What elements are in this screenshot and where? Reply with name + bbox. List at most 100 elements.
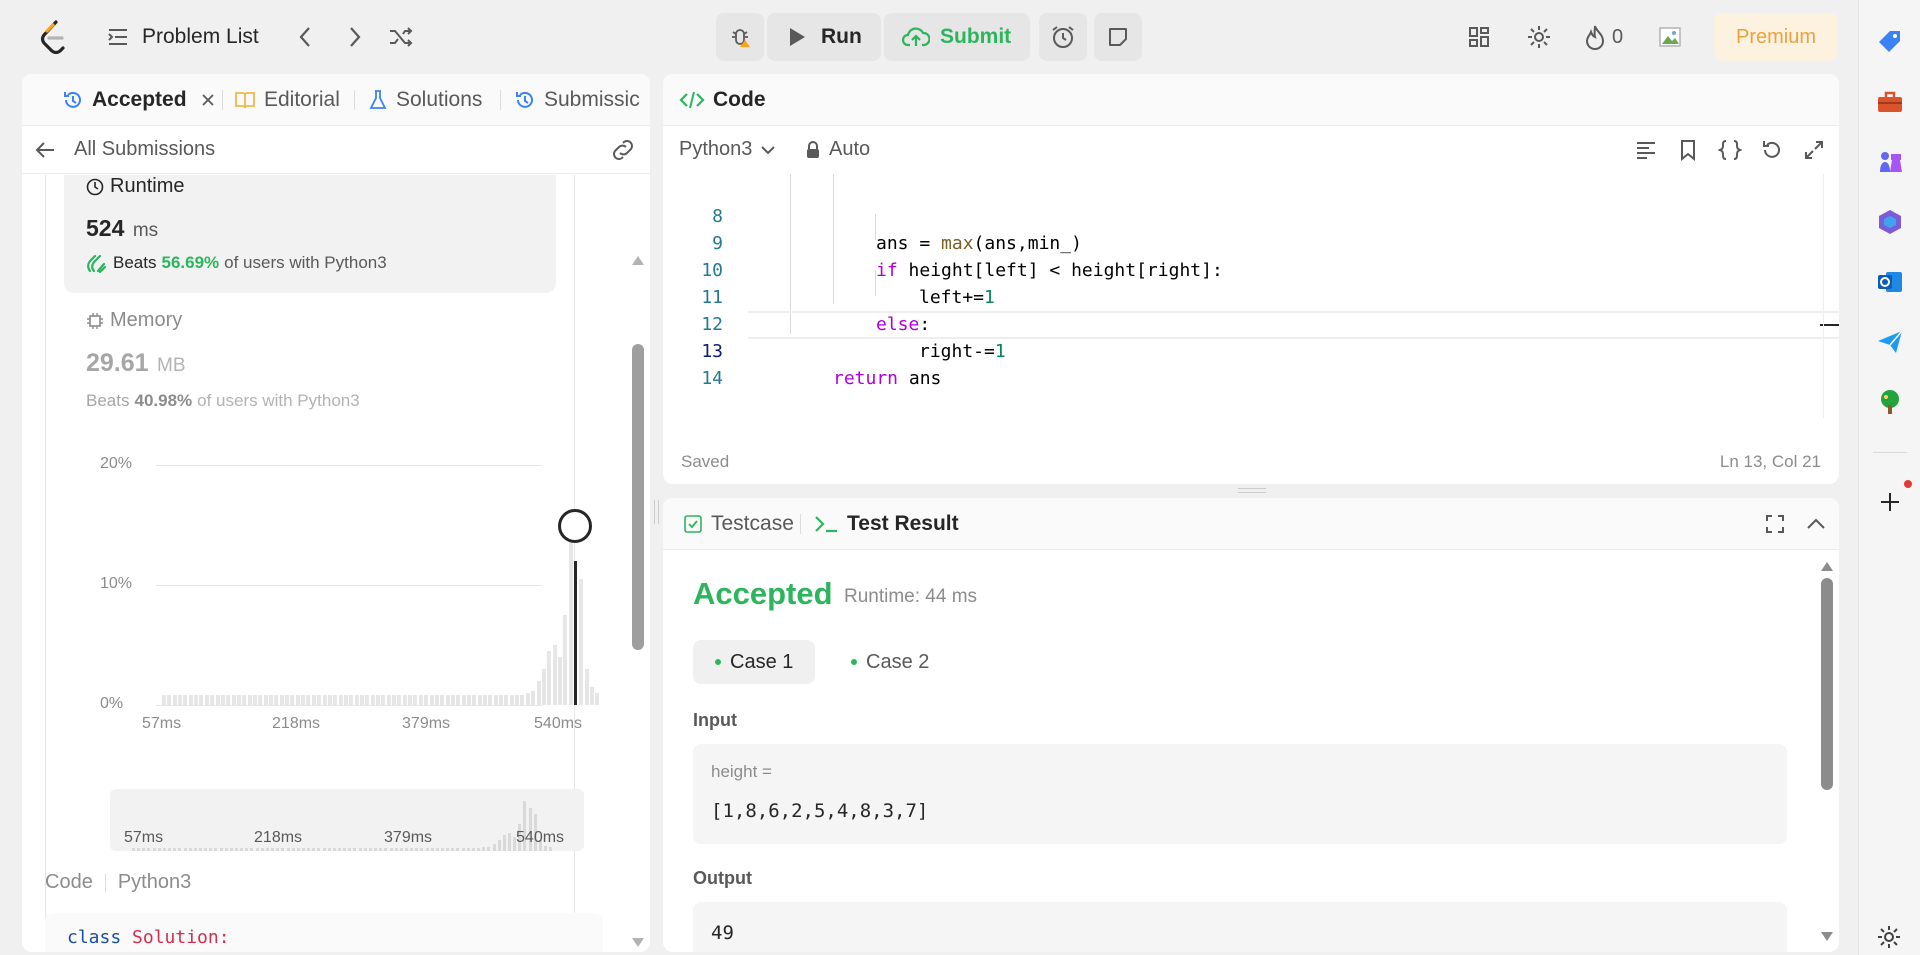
chart-bar[interactable] [568, 537, 573, 705]
chart-bar[interactable] [584, 669, 589, 705]
chart-bar[interactable] [573, 561, 577, 705]
chart-bar[interactable] [434, 695, 439, 705]
chart-bar[interactable] [210, 695, 215, 705]
chart-bar[interactable] [162, 695, 166, 705]
premium-button[interactable]: Premium [1714, 13, 1838, 61]
chart-bar[interactable] [413, 695, 418, 705]
all-submissions-link[interactable]: All Submissions [74, 138, 215, 161]
vertical-splitter[interactable] [654, 500, 659, 524]
left-scrollbar[interactable] [628, 178, 650, 952]
tab-testcase[interactable]: Testcase [683, 512, 794, 536]
autocomplete-mode[interactable]: Auto [805, 138, 870, 161]
chart-bar[interactable] [552, 645, 557, 705]
debug-button[interactable] [716, 13, 764, 61]
chart-bar[interactable] [440, 695, 445, 705]
chart-bar[interactable] [563, 615, 568, 705]
chart-bar[interactable] [595, 693, 600, 705]
chart-bar[interactable] [397, 695, 402, 705]
chart-bar[interactable] [333, 695, 338, 705]
scroll-up-arrow[interactable] [1821, 562, 1833, 571]
chart-bar[interactable] [199, 695, 204, 705]
chart-bar[interactable] [269, 695, 273, 705]
range-selector-chart[interactable]: 57ms 218ms 379ms 540ms [110, 789, 584, 851]
chart-bar[interactable] [204, 695, 209, 705]
chart-bar[interactable] [215, 695, 220, 705]
chart-bar[interactable] [520, 695, 525, 705]
chart-bar[interactable] [504, 695, 509, 705]
memory-heading[interactable]: Memory [86, 309, 182, 332]
tab-accepted[interactable]: Accepted [62, 88, 215, 112]
outlook-icon[interactable] [1876, 268, 1904, 296]
close-tab-icon[interactable] [201, 93, 215, 107]
scroll-down-arrow[interactable] [1821, 932, 1833, 941]
chart-bar[interactable] [509, 695, 514, 705]
chart-bar[interactable] [274, 695, 279, 705]
chart-bar[interactable] [226, 695, 231, 705]
chart-bar[interactable] [488, 695, 493, 705]
chart-bar[interactable] [499, 695, 504, 705]
timer-button[interactable] [1039, 13, 1087, 61]
chart-bar[interactable] [381, 695, 386, 705]
chart-bar[interactable] [408, 695, 413, 705]
chart-bar[interactable] [343, 695, 348, 705]
chart-bar[interactable] [338, 695, 343, 705]
fullscreen-icon[interactable] [1763, 512, 1787, 536]
chart-bar[interactable] [290, 695, 295, 705]
chart-bar[interactable] [354, 695, 359, 705]
chart-bar[interactable] [483, 695, 487, 705]
chart-bar[interactable] [349, 695, 354, 705]
chart-bar[interactable] [461, 695, 466, 705]
chart-bar[interactable] [178, 695, 183, 705]
chart-bar[interactable] [167, 695, 172, 705]
chart-bar[interactable] [370, 695, 375, 705]
link-icon[interactable] [610, 139, 636, 161]
chart-bar[interactable] [515, 695, 520, 705]
chart-bar[interactable] [579, 579, 584, 705]
chart-bar[interactable] [231, 695, 236, 705]
tab-editorial[interactable]: Editorial [234, 88, 340, 112]
chart-bar[interactable] [547, 651, 552, 705]
chart-bar[interactable] [242, 695, 247, 705]
problem-list-link[interactable]: Problem List [106, 20, 259, 54]
chart-bar[interactable] [456, 695, 461, 705]
chart-bar[interactable] [279, 695, 284, 705]
chess-pieces-icon[interactable] [1876, 148, 1904, 176]
scroll-down-arrow[interactable] [632, 938, 644, 947]
chart-bar[interactable] [525, 693, 530, 705]
back-arrow-icon[interactable] [34, 140, 56, 160]
chart-bar[interactable] [472, 695, 477, 705]
send-icon[interactable] [1876, 328, 1904, 356]
chart-bar[interactable] [531, 690, 536, 705]
chart-bar[interactable] [365, 695, 370, 705]
avatar[interactable] [1656, 22, 1686, 52]
chart-bar[interactable] [306, 695, 311, 705]
chart-bar[interactable] [247, 695, 252, 705]
format-icon[interactable] [1634, 138, 1658, 162]
shuffle-icon[interactable] [386, 22, 416, 52]
chart-bar[interactable] [418, 695, 423, 705]
result-scrollbar[interactable] [1815, 550, 1839, 952]
chart-bar[interactable] [493, 695, 498, 705]
chart-bar[interactable] [322, 695, 327, 705]
scroll-up-arrow[interactable] [632, 256, 644, 265]
chart-bar[interactable] [183, 695, 188, 705]
chart-bar[interactable] [263, 695, 268, 705]
chart-bar[interactable] [477, 695, 482, 705]
chart-bar[interactable] [188, 695, 193, 705]
scrollbar-thumb[interactable] [632, 344, 644, 650]
chart-bar[interactable] [359, 695, 364, 705]
chart-bar[interactable] [301, 695, 306, 705]
chart-bar[interactable] [220, 695, 225, 705]
chart-bar[interactable] [258, 695, 263, 705]
chart-bar[interactable] [236, 695, 241, 705]
chart-bar[interactable] [376, 695, 380, 705]
toolbox-icon[interactable] [1876, 88, 1904, 116]
code-area[interactable]: 8 ans = max(ans,min_) 9 if height[left] … [663, 174, 1839, 418]
case-1-tab[interactable]: Case 1 [693, 640, 816, 684]
chart-bar[interactable] [194, 695, 199, 705]
chart-bar[interactable] [327, 695, 332, 705]
tab-solutions[interactable]: Solutions [368, 88, 482, 112]
chart-bar[interactable] [402, 695, 407, 705]
notes-button[interactable] [1094, 13, 1142, 61]
tree-icon[interactable] [1876, 388, 1904, 416]
